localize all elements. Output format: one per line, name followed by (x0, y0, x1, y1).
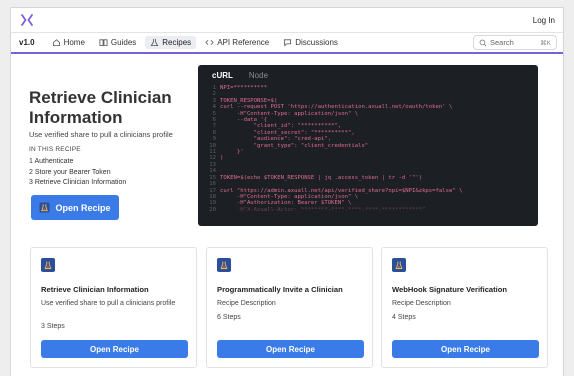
tab-curl[interactable]: cURL (212, 71, 233, 82)
code-tabs: cURL Node (198, 65, 538, 82)
recipe-card-icon (41, 258, 55, 272)
flask-icon (395, 261, 403, 269)
top-bar: Log In (11, 8, 563, 33)
page-title: Retrieve Clinician Information (29, 88, 172, 127)
open-recipe-label: Open Recipe (55, 202, 111, 213)
login-link[interactable]: Log In (533, 16, 555, 25)
code-line: 20 -H"X-Axuall-Actor: ********-****-****… (207, 207, 538, 213)
code-text: -H"X-Axuall-Actor: ********-****-****-**… (220, 206, 426, 213)
recipe-card-title: Retrieve Clinician Information (41, 285, 149, 294)
logo-icon[interactable] (20, 13, 34, 27)
code-panel: cURL Node 1 NPI=********** 2 3 TOKEN_RESPONS… (198, 65, 538, 226)
recipe-steps-heading: IN THIS RECIPE (29, 146, 81, 153)
recipe-steps-list: 1 Authenticate 2 Store your Bearer Token… (29, 157, 126, 189)
recipe-card-title: WebHook Signature Verification (392, 285, 508, 294)
recipe-step[interactable]: 1 Authenticate (29, 157, 126, 168)
recipe-step[interactable]: 3 Retrieve Clinician Information (29, 178, 126, 189)
recipe-card: Retrieve Clinician Information Use verif… (30, 247, 197, 368)
line-number: 20 (209, 206, 216, 213)
code-text: ) (220, 155, 224, 162)
recipe-card-steps: 3 Steps (41, 323, 65, 330)
recipe-card: Programmatically Invite a Clinician Reci… (206, 247, 373, 368)
recipe-icon (39, 202, 51, 213)
recipe-card-description: Use verified share to pull a clinicians … (41, 300, 176, 307)
nav-home[interactable]: Home (47, 36, 90, 49)
nav-bar: v1.0 Home Guides Recipes API Reference D… (11, 33, 563, 54)
recipe-card-icon (217, 258, 231, 272)
nav-recipes-label: Recipes (162, 38, 192, 47)
chat-icon (284, 39, 292, 47)
nav-api-reference[interactable]: API Reference (200, 36, 274, 49)
open-recipe-button[interactable]: Open Recipe (41, 340, 188, 358)
version-selector[interactable]: v1.0 (19, 38, 35, 47)
recipe-card-title: Programmatically Invite a Clinician (217, 285, 343, 294)
nav-guides-label: Guides (110, 38, 137, 47)
search-shortcut: ⌘K (540, 39, 551, 47)
flask-icon (220, 261, 228, 269)
recipe-card: WebHook Signature Verification Recipe De… (381, 247, 548, 368)
nav-discussions[interactable]: Discussions (278, 36, 343, 49)
book-icon (99, 39, 108, 47)
flask-icon (44, 261, 52, 269)
recipe-card-steps: 4 Steps (392, 314, 416, 321)
code-text: }' (220, 149, 244, 156)
nav-discussions-label: Discussions (295, 38, 338, 47)
recipe-card-steps: 6 Steps (217, 314, 241, 321)
nav-recipes[interactable]: Recipes (145, 36, 197, 49)
search-icon (479, 39, 487, 46)
code-body: 1 NPI=********** 2 3 TOKEN_RESPONSE=$(4 curl … (198, 82, 538, 213)
page-description: Use verified share to pull a clinicians … (29, 130, 173, 139)
search-box[interactable]: Search ⌘K (473, 35, 557, 50)
open-recipe-button[interactable]: Open Recipe (31, 195, 119, 220)
nav-home-label: Home (63, 38, 85, 47)
recipe-card-icon (392, 258, 406, 272)
recipe-card-description: Recipe Description (217, 300, 276, 307)
open-recipe-button[interactable]: Open Recipe (392, 340, 539, 358)
open-recipe-button[interactable]: Open Recipe (217, 340, 364, 358)
search-placeholder: Search (490, 38, 514, 47)
nav-api-reference-label: API Reference (217, 38, 270, 47)
code-icon (205, 39, 214, 46)
home-icon (52, 39, 60, 47)
code-text: TOKEN=$(echo $TOKEN_RESPONSE | jq .acces… (220, 174, 423, 181)
code-text: NPI=********** (220, 85, 268, 91)
tab-node[interactable]: Node (249, 71, 268, 82)
recipe-step[interactable]: 2 Store your Bearer Token (29, 168, 126, 179)
nav-guides[interactable]: Guides (94, 36, 141, 49)
recipe-card-description: Recipe Description (392, 300, 451, 307)
flask-icon (150, 38, 159, 47)
